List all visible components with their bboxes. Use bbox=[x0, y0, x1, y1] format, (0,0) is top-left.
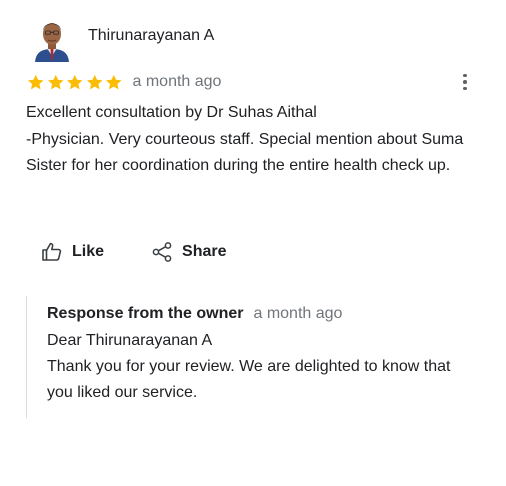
more-options-button[interactable] bbox=[454, 70, 476, 94]
like-button[interactable]: Like bbox=[40, 236, 104, 268]
owner-response: Response from the owner a month ago Dear… bbox=[26, 296, 475, 418]
share-button[interactable]: Share bbox=[150, 236, 226, 268]
star-icon bbox=[86, 74, 103, 89]
owner-response-message: Thank you for your review. We are deligh… bbox=[47, 358, 451, 401]
share-label: Share bbox=[182, 243, 227, 260]
star-icon bbox=[105, 74, 122, 89]
star-icon bbox=[66, 74, 83, 89]
share-icon bbox=[152, 242, 172, 262]
star-icon bbox=[27, 74, 44, 89]
avatar[interactable] bbox=[32, 14, 72, 62]
more-vert-icon-dot bbox=[463, 80, 467, 84]
owner-response-timestamp: a month ago bbox=[253, 305, 343, 322]
owner-response-title: Response from the owner bbox=[47, 305, 244, 322]
review-header: Thirunarayanan A bbox=[32, 14, 214, 62]
star-rating bbox=[26, 73, 124, 92]
owner-response-greeting: Dear Thirunarayanan A bbox=[47, 332, 213, 349]
star-icon bbox=[47, 74, 64, 89]
more-vert-icon-dot bbox=[463, 86, 467, 91]
review-text: Excellent consultation by Dr Suhas Aitha… bbox=[26, 104, 464, 174]
rating-row: a month ago bbox=[26, 70, 221, 94]
more-vert-icon bbox=[463, 73, 467, 78]
like-label: Like bbox=[72, 243, 105, 260]
owner-response-header: Response from the owner a month ago bbox=[47, 305, 342, 323]
review-card: Thirunarayanan A a month ago Excellent c… bbox=[0, 0, 506, 486]
thumb-up-icon bbox=[42, 242, 62, 261]
review-actions: Like Share bbox=[40, 236, 226, 268]
owner-response-body: Dear Thirunarayanan A Thank you for your… bbox=[47, 328, 467, 406]
reviewer-name[interactable]: Thirunarayanan A bbox=[88, 26, 214, 46]
review-timestamp: a month ago bbox=[132, 73, 222, 90]
